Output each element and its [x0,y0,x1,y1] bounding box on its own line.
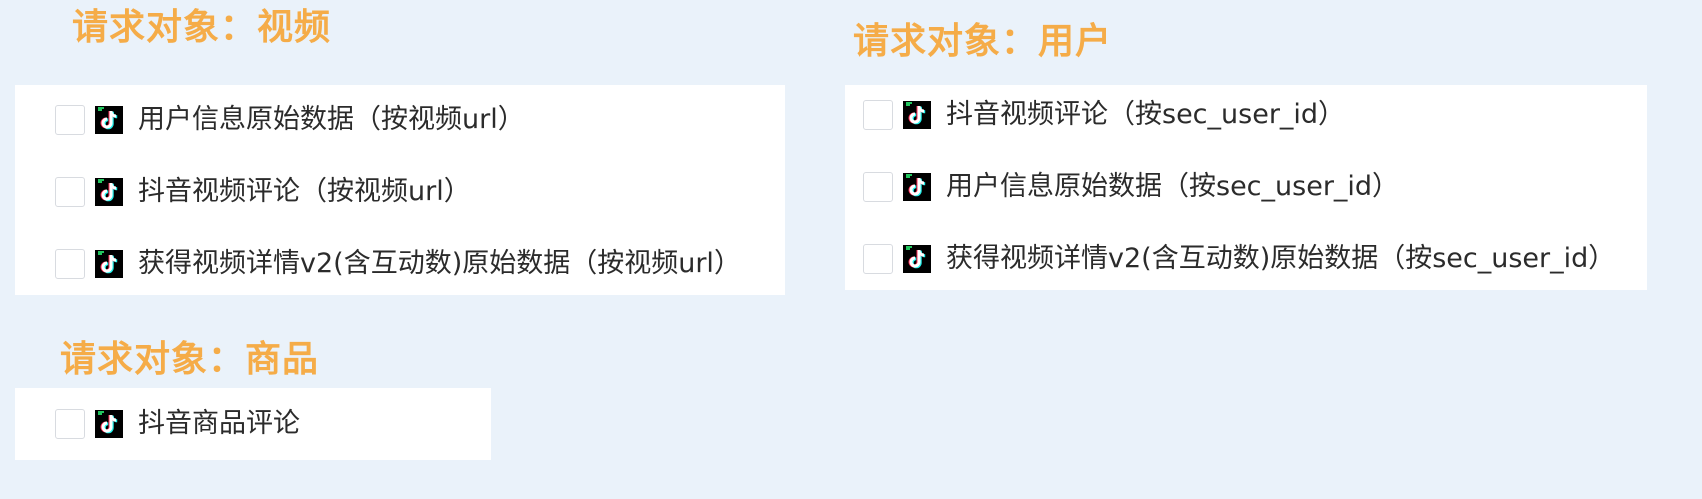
group-title-product: 请求对象：商品 [60,339,320,380]
option-video-user-info-raw[interactable]: 用户信息原始数据（按视频url） [15,100,785,140]
tiktok-icon [95,106,123,134]
option-label: 抖音视频评论（按视频url） [138,176,471,207]
tiktok-icon [95,250,123,278]
checkbox[interactable] [863,100,893,130]
group-title-video: 请求对象：视频 [72,7,332,48]
tiktok-icon [903,173,931,201]
option-user-video-detail-v2[interactable]: 获得视频详情v2(含互动数)原始数据（按sec_user_id） [845,239,1647,279]
checkbox[interactable] [863,172,893,202]
panel-video: 用户信息原始数据（按视频url） 抖音视频评论（按视频url） 获得视频详情v2… [15,85,785,295]
group-title-user: 请求对象：用户 [853,21,1113,62]
checkbox[interactable] [55,105,85,135]
tiktok-icon [95,410,123,438]
option-label: 抖音视频评论（按sec_user_id） [946,99,1346,130]
option-product-comments[interactable]: 抖音商品评论 [15,404,491,444]
option-label: 抖音商品评论 [138,408,300,439]
option-user-video-comments[interactable]: 抖音视频评论（按sec_user_id） [845,95,1647,135]
checkbox[interactable] [55,409,85,439]
option-user-info-raw[interactable]: 用户信息原始数据（按sec_user_id） [845,167,1647,207]
tiktok-icon [903,245,931,273]
panel-user: 抖音视频评论（按sec_user_id） 用户信息原始数据（按sec_user_… [845,85,1647,290]
checkbox[interactable] [55,249,85,279]
option-label: 用户信息原始数据（按sec_user_id） [946,171,1400,202]
option-label: 用户信息原始数据（按视频url） [138,104,525,135]
option-video-detail-v2[interactable]: 获得视频详情v2(含互动数)原始数据（按视频url） [15,244,785,284]
option-video-comments[interactable]: 抖音视频评论（按视频url） [15,172,785,212]
option-label: 获得视频详情v2(含互动数)原始数据（按sec_user_id） [946,243,1616,274]
checkbox[interactable] [55,177,85,207]
tiktok-icon [903,101,931,129]
option-label: 获得视频详情v2(含互动数)原始数据（按视频url） [138,248,741,279]
tiktok-icon [95,178,123,206]
panel-product: 抖音商品评论 [15,388,491,460]
checkbox[interactable] [863,244,893,274]
